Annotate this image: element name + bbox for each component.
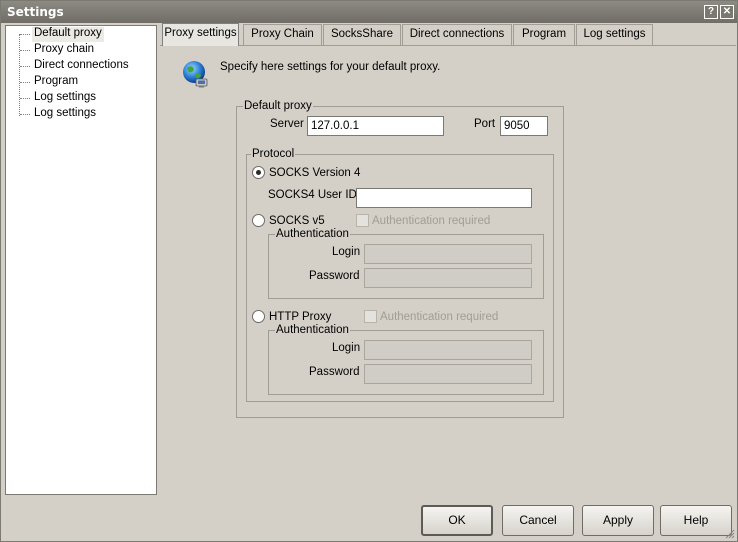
title-bar[interactable]: Settings ? ✕ <box>1 1 737 23</box>
http-proxy-label[interactable]: HTTP Proxy <box>269 310 331 324</box>
tab-proxy-settings[interactable]: Proxy settings <box>162 23 239 46</box>
http-password-input[interactable] <box>364 364 532 384</box>
server-input[interactable]: 127.0.0.1 <box>307 116 444 136</box>
tab-log-settings[interactable]: Log settings <box>576 24 653 45</box>
globe-network-icon <box>183 61 208 88</box>
cancel-button[interactable]: Cancel <box>502 505 574 536</box>
socks5-auth-label: Authentication required <box>372 215 491 227</box>
socks4-userid-input[interactable] <box>356 188 532 208</box>
socks5-login-input[interactable] <box>364 244 532 264</box>
tree-item-default-proxy[interactable]: Default proxy <box>32 27 104 42</box>
socks5-password-label: Password <box>309 270 360 282</box>
tab-direct-connections[interactable]: Direct connections <box>402 24 512 45</box>
tree-item-log-settings-2[interactable]: Log settings <box>32 107 98 122</box>
tree-item-program[interactable]: Program <box>32 75 80 90</box>
server-label: Server <box>270 118 304 130</box>
socks4-radio[interactable] <box>252 166 265 179</box>
tree-item-proxy-chain[interactable]: Proxy chain <box>32 43 96 58</box>
socks5-auth-checkbox[interactable] <box>356 214 369 227</box>
socks5-auth-legend: Authentication <box>275 227 350 241</box>
intro-text: Specify here settings for your default p… <box>220 61 441 73</box>
tab-socksshare[interactable]: SocksShare <box>323 24 401 45</box>
tree-connector <box>20 50 30 51</box>
socks5-login-label: Login <box>332 246 361 258</box>
socks4-userid-label: SOCKS4 User ID <box>268 189 357 201</box>
http-login-label: Login <box>332 342 361 354</box>
help-title-button[interactable]: ? <box>704 5 718 19</box>
resize-grip-icon[interactable] <box>725 529 735 539</box>
tree-connector <box>20 34 30 35</box>
socks4-label[interactable]: SOCKS Version 4 <box>269 166 360 180</box>
http-auth-checkbox[interactable] <box>364 310 377 323</box>
close-icon[interactable]: ✕ <box>720 5 734 19</box>
apply-button[interactable]: Apply <box>582 505 654 536</box>
http-proxy-radio[interactable] <box>252 310 265 323</box>
http-auth-label: Authentication required <box>380 311 499 323</box>
socks5-label[interactable]: SOCKS v5 <box>269 214 325 228</box>
ok-button[interactable]: OK <box>421 505 493 536</box>
tree-connector <box>20 114 30 115</box>
port-label: Port <box>474 118 496 130</box>
http-auth-legend: Authentication <box>275 323 350 337</box>
settings-tree: Default proxy Proxy chain Direct connect… <box>5 25 157 495</box>
tree-connector <box>20 66 30 67</box>
socks5-password-input[interactable] <box>364 268 532 288</box>
tree-item-log-settings[interactable]: Log settings <box>32 91 98 106</box>
socks5-radio[interactable] <box>252 214 265 227</box>
help-button[interactable]: Help <box>660 505 732 536</box>
radio-selected-dot <box>256 170 261 175</box>
port-input[interactable]: 9050 <box>500 116 548 136</box>
http-password-label: Password <box>309 366 360 378</box>
protocol-legend: Protocol <box>251 147 296 161</box>
tree-connector-line <box>19 34 20 116</box>
http-login-input[interactable] <box>364 340 532 360</box>
default-proxy-legend: Default proxy <box>243 99 313 113</box>
tree-item-direct-connections[interactable]: Direct connections <box>32 59 131 74</box>
tab-proxy-chain[interactable]: Proxy Chain <box>243 24 322 45</box>
settings-window: Settings ? ✕ Default proxy Proxy chain D… <box>0 0 738 542</box>
window-title: Settings <box>7 5 64 19</box>
tree-connector <box>20 98 30 99</box>
tree-connector <box>20 82 30 83</box>
tab-program[interactable]: Program <box>513 24 575 45</box>
